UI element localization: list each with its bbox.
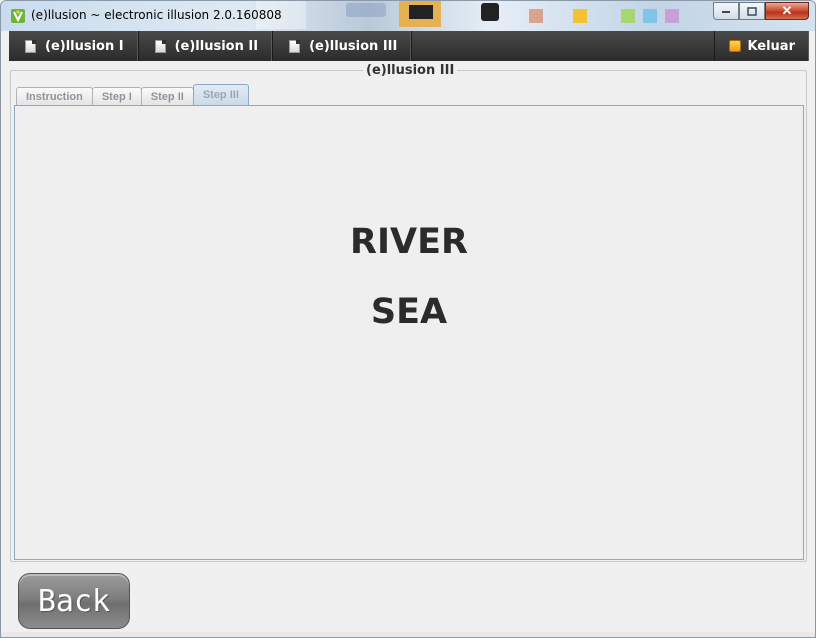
menu-spacer (412, 31, 714, 61)
illusion-word-1: RIVER (350, 222, 468, 262)
titlebar-glass-reflection (643, 9, 657, 23)
tab-step-3[interactable]: Step III (192, 84, 249, 105)
window-title: (e)llusion ~ electronic illusion 2.0.160… (31, 8, 282, 22)
app-window: (e)llusion ~ electronic illusion 2.0.160… (0, 0, 816, 638)
illusion-word-2: SEA (370, 292, 448, 332)
titlebar-glass-reflection (573, 9, 587, 23)
document-icon (289, 39, 301, 53)
menu-item-illusion-1[interactable]: (e)llusion I (9, 31, 139, 61)
step-tabs: Instruction Step I Step II Step III (16, 84, 249, 105)
titlebar-glass-reflection (409, 5, 433, 19)
menu-item-label: (e)llusion I (45, 38, 124, 54)
window-bottom-edge (1, 632, 815, 637)
minimize-button[interactable] (713, 2, 739, 20)
group-title: (e)llusion III (363, 63, 458, 78)
maximize-button[interactable] (739, 2, 765, 20)
titlebar-glass-reflection (346, 3, 386, 17)
exit-label: Keluar (747, 38, 795, 54)
titlebar-glass-reflection (621, 9, 635, 23)
tab-instruction[interactable]: Instruction (16, 87, 93, 105)
illusion-app-icon (11, 9, 25, 23)
menu-item-illusion-2[interactable]: (e)llusion II (139, 31, 274, 61)
back-button[interactable]: Back (18, 573, 130, 629)
menu-item-label: (e)llusion III (309, 38, 398, 54)
titlebar-glass-reflection (481, 3, 499, 21)
tab-step-2[interactable]: Step II (140, 87, 194, 105)
exit-icon (729, 40, 742, 52)
minimize-icon (722, 11, 730, 13)
exit-button[interactable]: Keluar (714, 31, 809, 61)
document-icon (25, 39, 36, 53)
step-content-panel: RIVER SEA (14, 105, 804, 560)
titlebar-glass-reflection (665, 9, 679, 23)
maximize-icon (747, 6, 757, 16)
document-icon (154, 39, 166, 53)
titlebar-glass-reflection (529, 9, 543, 23)
menu-item-label: (e)llusion II (174, 38, 259, 54)
window-controls: ✕ (713, 2, 809, 20)
menu-item-illusion-3[interactable]: (e)llusion III (273, 31, 413, 61)
close-icon: ✕ (781, 3, 793, 18)
title-bar[interactable]: (e)llusion ~ electronic illusion 2.0.160… (1, 1, 815, 31)
tab-step-1[interactable]: Step I (91, 87, 142, 105)
main-menu-bar: (e)llusion I (e)llusion II (e)llusion II… (9, 31, 809, 61)
close-button[interactable]: ✕ (765, 2, 809, 20)
